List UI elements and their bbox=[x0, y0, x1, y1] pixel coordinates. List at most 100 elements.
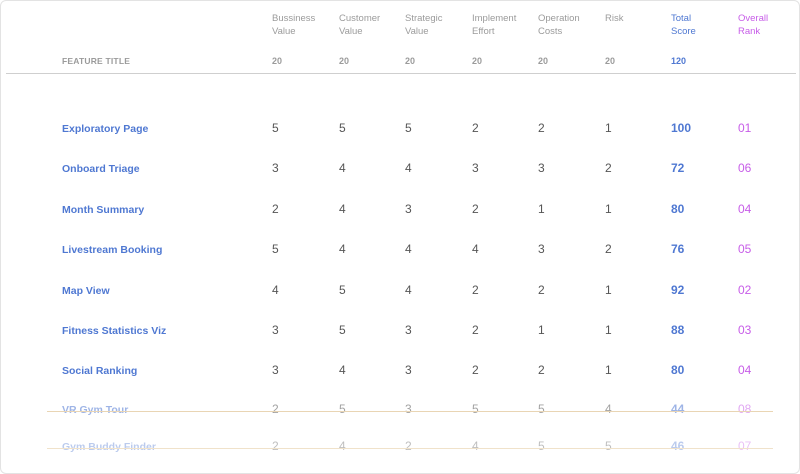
table-row[interactable]: Livestream Booking 5 4 4 4 3 2 76 05 bbox=[1, 241, 799, 261]
score-risk: 1 bbox=[605, 202, 612, 216]
score-operation-costs: 1 bbox=[538, 202, 545, 216]
column-header-line-1: Overall bbox=[738, 13, 769, 24]
feature-name: Livestream Booking bbox=[62, 244, 163, 256]
table-row-struck[interactable]: Gym Buddy Finder 2 4 2 4 5 5 46 07 bbox=[1, 438, 799, 458]
score-operation-costs: 2 bbox=[538, 121, 545, 135]
feature-name: Month Summary bbox=[62, 204, 145, 216]
column-header-line-2: Value bbox=[405, 26, 429, 37]
score-risk: 1 bbox=[605, 283, 612, 297]
column-header-line-2: Costs bbox=[538, 26, 563, 37]
score-customer-value: 4 bbox=[339, 439, 346, 453]
score-risk: 5 bbox=[605, 439, 612, 453]
score-implement-effort: 4 bbox=[472, 242, 479, 256]
score-operation-costs: 2 bbox=[538, 363, 545, 377]
column-header-customer-value[interactable]: Customer Value bbox=[339, 12, 403, 38]
score-strategic-value: 3 bbox=[405, 323, 412, 337]
score-customer-value: 5 bbox=[339, 402, 346, 416]
score-business-value: 5 bbox=[272, 121, 279, 135]
score-business-value: 3 bbox=[272, 363, 279, 377]
score-implement-effort: 2 bbox=[472, 121, 479, 135]
score-business-value: 2 bbox=[272, 439, 279, 453]
score-operation-costs: 3 bbox=[538, 242, 545, 256]
score-risk: 1 bbox=[605, 121, 612, 135]
column-header-line-2: Effort bbox=[472, 26, 495, 37]
score-risk: 1 bbox=[605, 323, 612, 337]
score-operation-costs: 2 bbox=[538, 283, 545, 297]
table-row[interactable]: Exploratory Page 5 5 5 2 2 1 100 01 bbox=[1, 120, 799, 140]
weight-implement-effort: 20 bbox=[472, 56, 483, 66]
total-score: 72 bbox=[671, 161, 685, 175]
score-risk: 2 bbox=[605, 161, 612, 175]
table-row[interactable]: Month Summary 2 4 3 2 1 1 80 04 bbox=[1, 201, 799, 221]
feature-name: Exploratory Page bbox=[62, 123, 149, 135]
overall-rank: 01 bbox=[738, 121, 752, 135]
column-header-line-2: Score bbox=[671, 26, 696, 37]
column-header-overall-rank[interactable]: Overall Rank bbox=[738, 12, 799, 38]
score-business-value: 2 bbox=[272, 402, 279, 416]
feature-name: Social Ranking bbox=[62, 365, 138, 377]
column-header-operation-costs[interactable]: Operation Costs bbox=[538, 12, 602, 38]
column-header-line-2: Value bbox=[339, 26, 363, 37]
score-business-value: 5 bbox=[272, 242, 279, 256]
score-implement-effort: 2 bbox=[472, 323, 479, 337]
overall-rank: 07 bbox=[738, 439, 752, 453]
column-header-business-value[interactable]: Bussiness Value bbox=[272, 12, 336, 38]
score-customer-value: 5 bbox=[339, 323, 346, 337]
column-header-line-1: Customer bbox=[339, 13, 381, 24]
column-header-implement-effort[interactable]: Implement Effort bbox=[472, 12, 536, 38]
overall-rank: 05 bbox=[738, 242, 752, 256]
score-customer-value: 4 bbox=[339, 161, 346, 175]
table-row[interactable]: Fitness Statistics Viz 3 5 3 2 1 1 88 03 bbox=[1, 322, 799, 342]
column-header-risk[interactable]: Risk bbox=[605, 12, 669, 25]
score-strategic-value: 2 bbox=[405, 439, 412, 453]
score-implement-effort: 2 bbox=[472, 363, 479, 377]
feature-name: Fitness Statistics Viz bbox=[62, 325, 167, 337]
column-header-strategic-value[interactable]: Strategic Value bbox=[405, 12, 469, 38]
score-operation-costs: 1 bbox=[538, 323, 545, 337]
table-row[interactable]: Map View 4 5 4 2 2 1 92 02 bbox=[1, 282, 799, 302]
score-operation-costs: 3 bbox=[538, 161, 545, 175]
column-header-line-1: Implement bbox=[472, 13, 517, 24]
score-strategic-value: 4 bbox=[405, 242, 412, 256]
score-customer-value: 4 bbox=[339, 363, 346, 377]
column-header-total-score[interactable]: Total Score bbox=[671, 12, 735, 38]
score-customer-value: 5 bbox=[339, 121, 346, 135]
table-row-struck[interactable]: VR Gym Tour 2 5 3 5 5 4 44 08 bbox=[1, 401, 799, 421]
column-header-line-1: Total bbox=[671, 13, 692, 24]
score-operation-costs: 5 bbox=[538, 439, 545, 453]
weight-business-value: 20 bbox=[272, 56, 283, 66]
score-strategic-value: 4 bbox=[405, 283, 412, 297]
total-score: 88 bbox=[671, 323, 685, 337]
strikethrough-line bbox=[47, 411, 773, 412]
total-score: 44 bbox=[671, 402, 685, 416]
feature-name: Onboard Triage bbox=[62, 163, 140, 175]
score-implement-effort: 2 bbox=[472, 283, 479, 297]
strikethrough-line bbox=[47, 448, 773, 449]
table-row[interactable]: Social Ranking 3 4 3 2 2 1 80 04 bbox=[1, 362, 799, 382]
score-business-value: 3 bbox=[272, 323, 279, 337]
total-score: 92 bbox=[671, 283, 685, 297]
column-header-line-1: Bussiness bbox=[272, 13, 316, 24]
weight-operation-costs: 20 bbox=[538, 56, 549, 66]
score-strategic-value: 5 bbox=[405, 121, 412, 135]
score-implement-effort: 3 bbox=[472, 161, 479, 175]
overall-rank: 04 bbox=[738, 363, 752, 377]
column-header-line-1: Risk bbox=[605, 13, 624, 24]
score-operation-costs: 5 bbox=[538, 402, 545, 416]
table-row[interactable]: Onboard Triage 3 4 4 3 3 2 72 06 bbox=[1, 160, 799, 180]
score-implement-effort: 2 bbox=[472, 202, 479, 216]
feature-name: VR Gym Tour bbox=[62, 404, 129, 416]
overall-rank: 08 bbox=[738, 402, 752, 416]
header-divider bbox=[6, 73, 796, 74]
total-score: 46 bbox=[671, 439, 685, 453]
score-strategic-value: 3 bbox=[405, 363, 412, 377]
total-score: 80 bbox=[671, 202, 685, 216]
score-strategic-value: 4 bbox=[405, 161, 412, 175]
score-strategic-value: 3 bbox=[405, 402, 412, 416]
total-score: 76 bbox=[671, 242, 685, 256]
total-score: 80 bbox=[671, 363, 685, 377]
column-header-line-2: Rank bbox=[738, 26, 761, 37]
score-strategic-value: 3 bbox=[405, 202, 412, 216]
column-header-line-2: Value bbox=[272, 26, 296, 37]
score-customer-value: 4 bbox=[339, 202, 346, 216]
